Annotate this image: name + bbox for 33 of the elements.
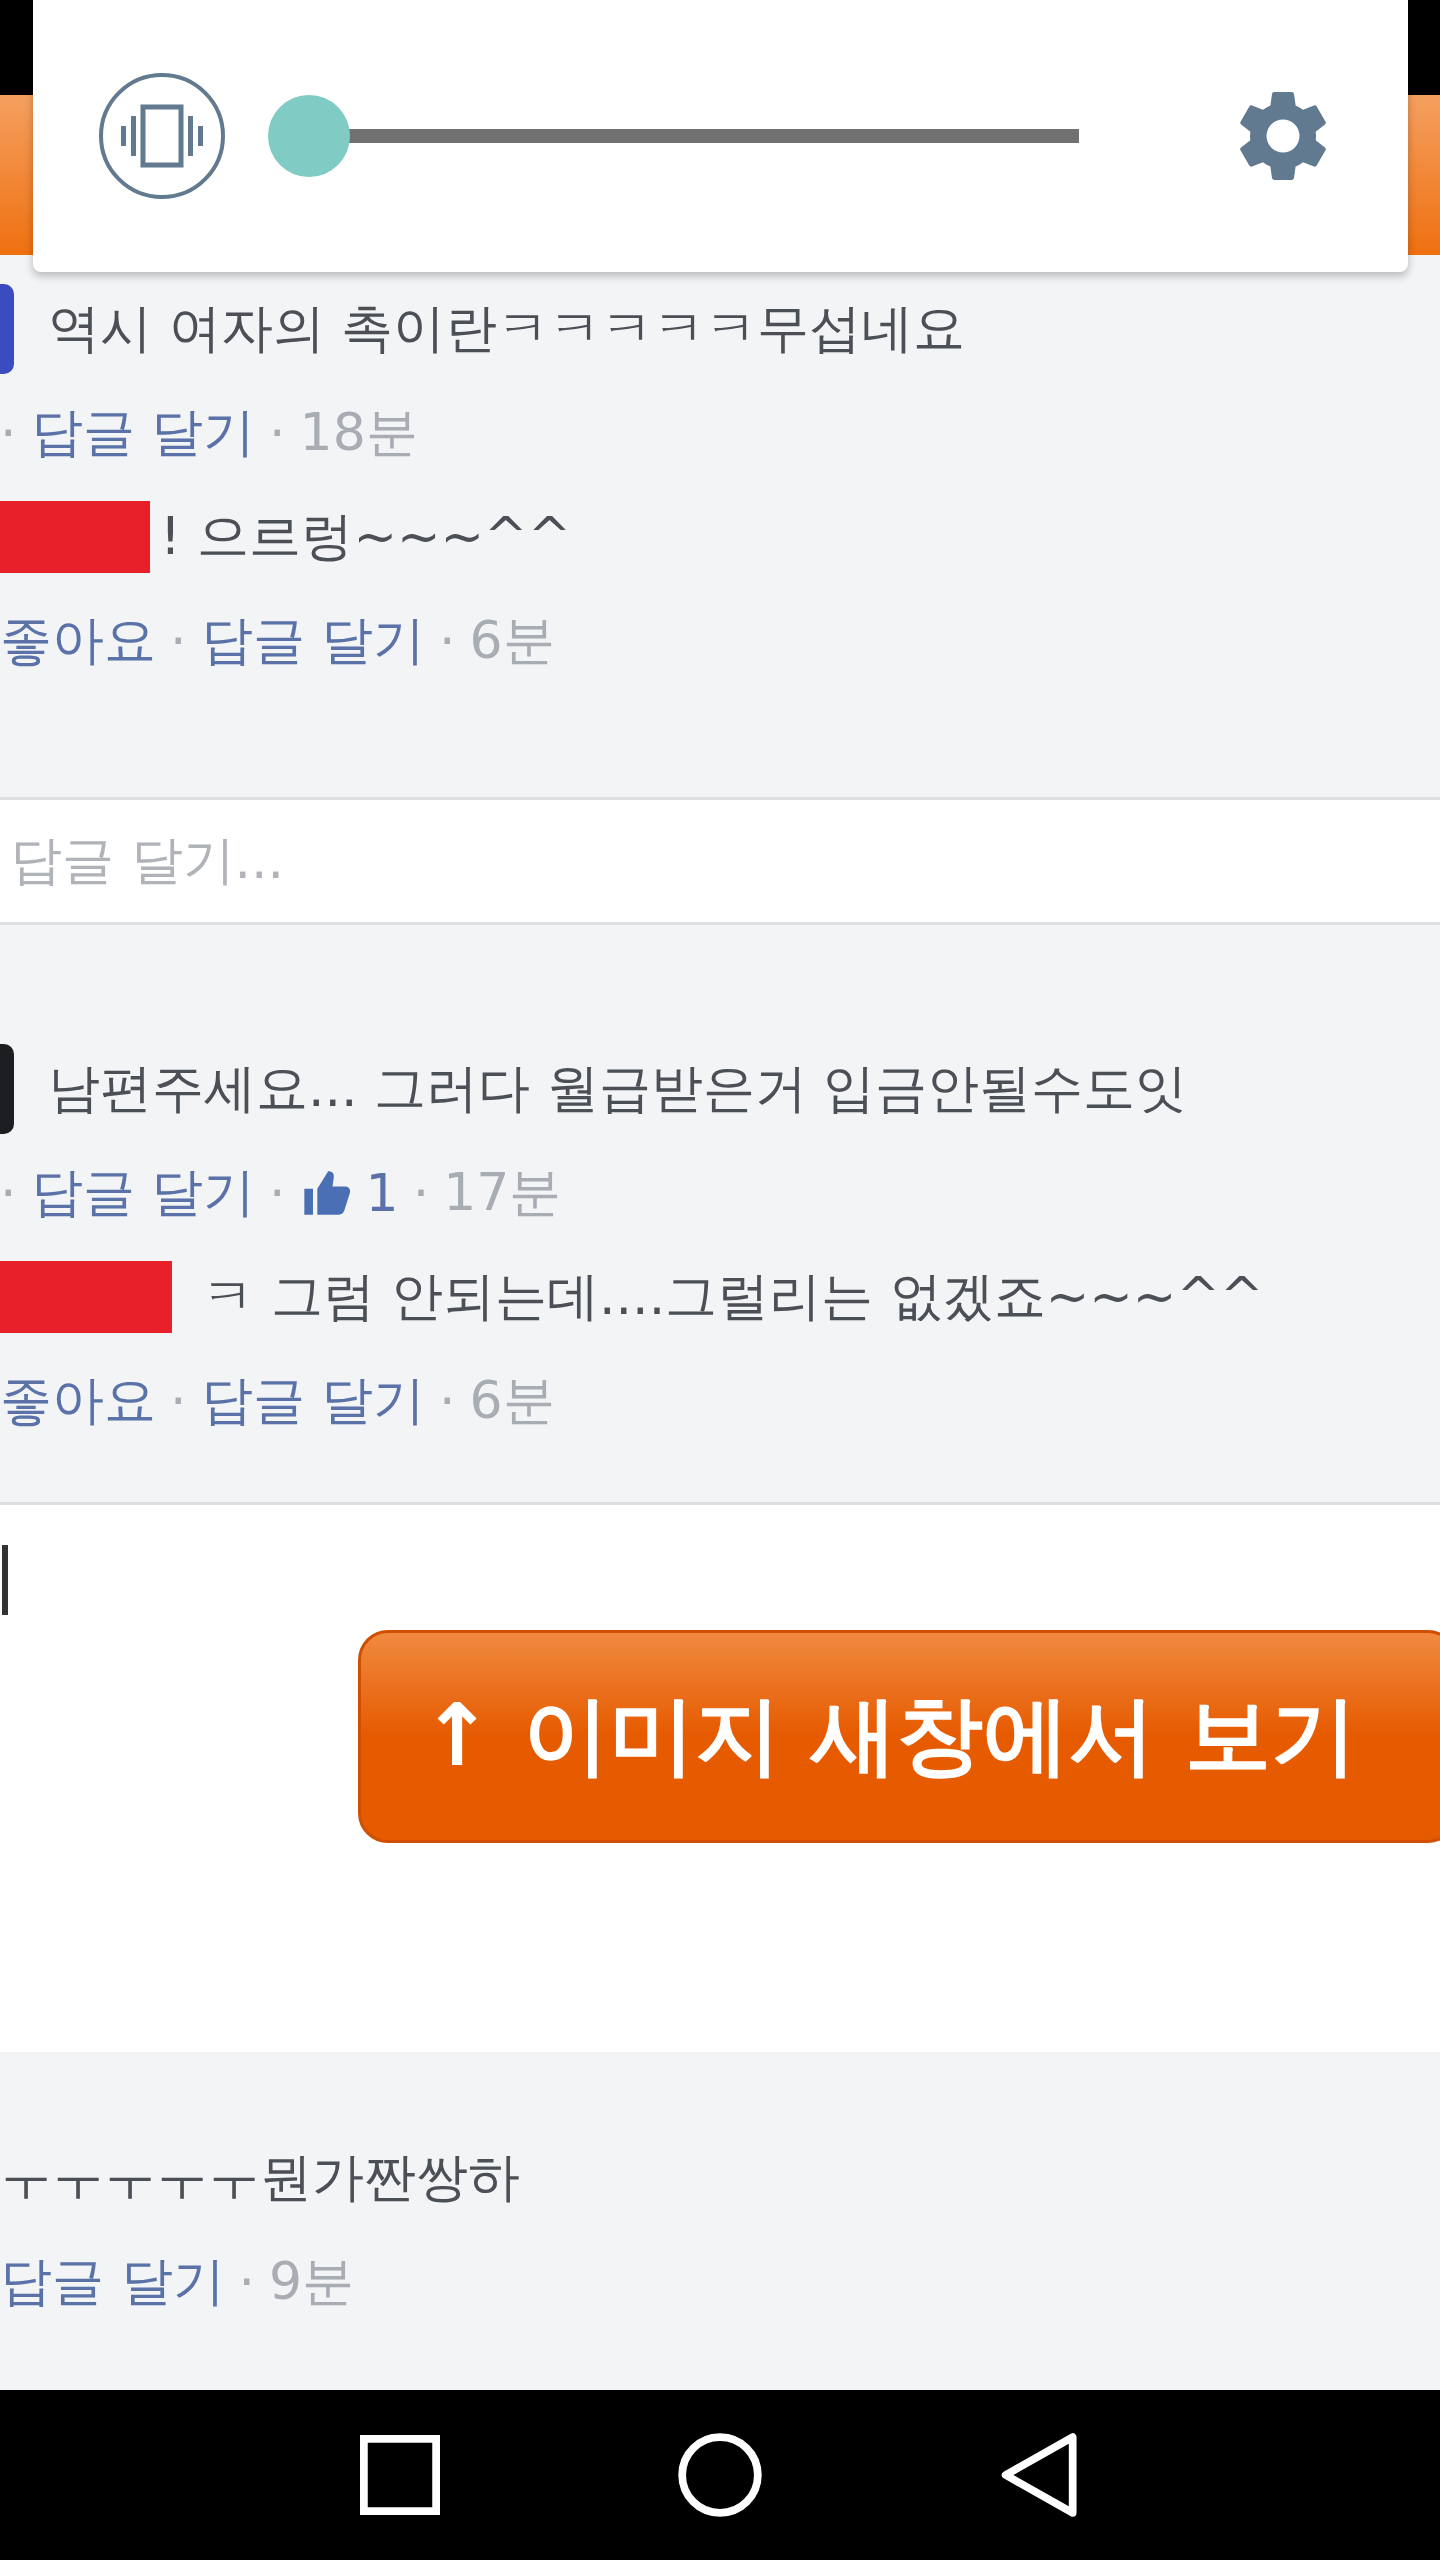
comment-time: 6분 — [469, 609, 555, 672]
open-image-button[interactable]: ↑ 이미지 새창에서 보기 — [358, 1630, 1440, 1843]
comment-text: ㅜㅜㅜㅜㅜ뭔가짠쌍하 — [0, 2146, 521, 2209]
comment-text: 역시 여자의 촉이란ㅋㅋㅋㅋㅋ무섭네요 — [48, 297, 966, 360]
comment-action-link[interactable]: 답글 달기 — [200, 1366, 426, 1436]
comment-time: 18분 — [299, 401, 418, 464]
separator-dot: · — [412, 1163, 430, 1223]
comment-time: 6분 — [469, 1369, 555, 1432]
text-cursor — [2, 1545, 8, 1615]
separator-dot: · — [238, 2252, 256, 2312]
like-count: 1 — [365, 1163, 399, 1223]
separator-dot: · — [439, 1371, 456, 1431]
separator-dot: · — [0, 1163, 17, 1223]
comment-time: 9분 — [269, 2250, 355, 2313]
separator-dot: · — [269, 1163, 286, 1223]
comment-text: 남편주세요... 그러다 월급받은거 입금안될수도잇 — [48, 1057, 1188, 1120]
comment-action-link[interactable]: 좋아요 — [0, 606, 156, 676]
vibrate-icon[interactable] — [97, 71, 227, 201]
comment-action-link[interactable]: 답글 달기 — [30, 398, 256, 468]
reply-text: ! 으르렁~~~^^ — [160, 505, 572, 568]
separator-dot: · — [269, 403, 286, 463]
home-icon[interactable] — [677, 2432, 763, 2518]
separator-dot: · — [170, 611, 187, 671]
comment-action-link[interactable]: 좋아요 — [0, 1366, 156, 1436]
recents-icon[interactable] — [357, 2432, 443, 2518]
comment-time: 17분 — [443, 1161, 562, 1224]
comment-action-link[interactable]: 답글 달기 — [0, 2247, 225, 2317]
reply-text: ㅋ 그럼 안되는데....그럴리는 없겠죠~~~^^ — [202, 1265, 1264, 1328]
comment-action-link[interactable]: 답글 달기 — [200, 606, 426, 676]
separator-dot: · — [439, 611, 456, 671]
separator-dot: · — [0, 403, 17, 463]
comment-action-link[interactable]: 답글 달기 — [30, 1158, 256, 1228]
separator-dot: · — [170, 1371, 187, 1431]
